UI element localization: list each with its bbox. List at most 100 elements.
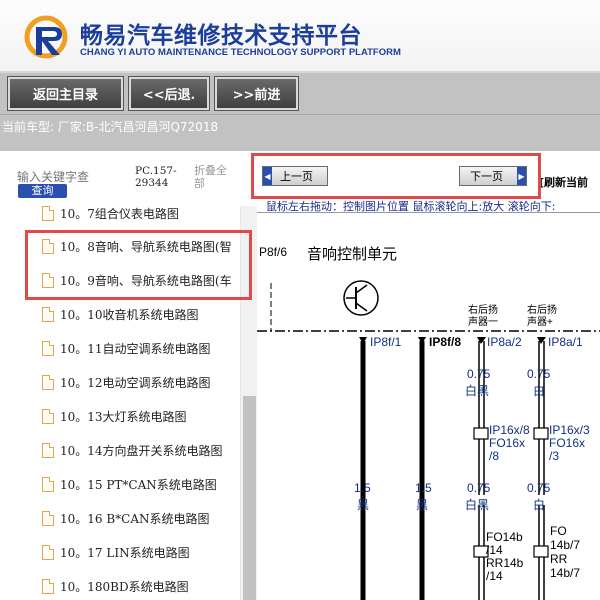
forward-button[interactable]: >>前进 xyxy=(214,76,299,111)
page-nav-bar: ◀ 上一页 下一页 ▶ [刷新当前 xyxy=(257,151,600,199)
hint-bar: 鼠标左右拖动：控制图片位置 鼠标滚轮向上:放大 滚轮向下: xyxy=(257,198,600,213)
prev-page-label: 上一页 xyxy=(280,170,313,183)
tree-item[interactable]: 10。10收音机系统电路图 xyxy=(42,299,240,329)
refresh-current-link[interactable]: [刷新当前 xyxy=(539,174,588,190)
home-button[interactable]: 返回主目录 xyxy=(7,76,124,111)
tree-item[interactable]: 10。15 PT*CAN系统电路图 xyxy=(42,469,240,499)
pin-label: IP8a/2 xyxy=(487,335,522,349)
page-ref: P8f/6 xyxy=(259,245,288,259)
bottom-left-connector: FO14b /14 RR14b /14 xyxy=(486,531,523,583)
speaker-plus-line1: 右后扬 xyxy=(527,305,557,316)
speaker-minus-line1: 右后扬 xyxy=(468,305,498,316)
tree-item-label: 10。11自动空调系统电路图 xyxy=(60,341,211,356)
pin-label: IP8f/8 xyxy=(429,335,462,349)
back-button[interactable]: <<后退. xyxy=(128,76,210,111)
connector-left-line3: /8 xyxy=(489,449,500,463)
document-icon xyxy=(42,206,54,221)
document-icon xyxy=(42,476,54,492)
tree-item-label: 10。7组合仪表电路图 xyxy=(60,206,179,221)
tree-item[interactable]: 10。12电动空调系统电路图 xyxy=(42,367,240,397)
arrow-left-icon: ◀ xyxy=(263,167,272,185)
circuit-tree: 10。7组合仪表电路图 10。8音响、导航系统电路图(智 10。9音响、导航系统… xyxy=(0,206,240,600)
tree-item-label: 10。12电动空调系统电路图 xyxy=(60,375,211,390)
wire-spec: 0.75 xyxy=(467,481,491,495)
document-icon xyxy=(42,578,54,594)
app-window: 畅易汽车维修技术支持平台 CHANG YI AUTO MAINTENANCE T… xyxy=(0,0,600,600)
tree-item[interactable]: 10。14方向盘开关系统电路图 xyxy=(42,435,240,465)
tree-item-label: 10。9音响、导航系统电路图(车 xyxy=(60,273,232,288)
bottom-right-line4: 14b/7 xyxy=(550,566,581,580)
tree-item-label: 10。10收音机系统电路图 xyxy=(60,307,199,322)
document-icon xyxy=(42,442,54,458)
connector-right-label: IP16x/3 FO16x /3 xyxy=(549,424,590,463)
speaker-minus-label: 右后扬 声器一 xyxy=(468,305,498,329)
wire-color: 白 xyxy=(533,384,546,398)
vehicle-info-bar: 当前车型: 厂家:B-北汽昌河昌河Q72018 xyxy=(0,115,600,151)
tree-item-label: 10。16 B*CAN系统电路图 xyxy=(60,511,210,526)
document-icon xyxy=(42,544,54,560)
tree-item-label: 10。17 LIN系统电路图 xyxy=(60,545,190,560)
document-icon xyxy=(42,374,54,390)
sidebar-scrollbar[interactable] xyxy=(240,206,257,600)
speaker-plus-label: 右后扬 声器+ xyxy=(527,305,557,329)
prev-page-button[interactable]: ◀ 上一页 xyxy=(262,166,328,186)
connector-right-line3: /3 xyxy=(549,449,560,463)
document-icon xyxy=(42,510,54,526)
cy-logo xyxy=(24,15,68,59)
arrow-right-icon: ▶ xyxy=(517,167,526,185)
pc-code: PC.157-29344 xyxy=(135,165,177,189)
bottom-right-line3: RR xyxy=(550,552,568,566)
tree-item[interactable]: 10。17 LIN系统电路图 xyxy=(42,537,240,567)
wire-color: 白黑 xyxy=(465,498,490,512)
diagram-viewer: ◀ 上一页 下一页 ▶ [刷新当前 鼠标左右拖动：控制图片位置 鼠标滚轮向上:放… xyxy=(257,151,600,600)
document-icon xyxy=(42,238,54,254)
tree-item[interactable]: 10。9音响、导航系统电路图(车 xyxy=(42,265,240,295)
vehicle-info-text: 当前车型: 厂家:B-北汽昌河昌河Q72018 xyxy=(2,120,219,134)
scrollbar-thumb[interactable] xyxy=(243,396,256,600)
document-icon xyxy=(42,272,54,288)
tree-item-label: 10。8音响、导航系统电路图(智 xyxy=(60,239,232,254)
sidebar: 查询 PC.157-29344 折叠全部 10。7组合仪表电路图 10。8音响、… xyxy=(0,151,257,600)
next-page-button[interactable]: 下一页 ▶ xyxy=(459,166,527,186)
wire-color: 白黑 xyxy=(465,384,490,398)
document-icon xyxy=(42,408,54,424)
search-button[interactable]: 查询 xyxy=(18,184,67,198)
bottom-right-line2: 14b/7 xyxy=(550,538,581,552)
tree-item-label: 10。180BD系统电路图 xyxy=(60,579,189,594)
next-page-label: 下一页 xyxy=(470,170,503,183)
tree-item[interactable]: 10。13大灯系统电路图 xyxy=(42,401,240,431)
bottom-right-line1: FO xyxy=(550,524,567,538)
document-icon xyxy=(42,340,54,356)
search-block: 查询 PC.157-29344 折叠全部 xyxy=(0,151,257,206)
tree-item-label: 10。14方向盘开关系统电路图 xyxy=(60,443,223,458)
unit-title: 音响控制单元 xyxy=(307,245,398,263)
circuit-diagram[interactable]: P8f/6 音响控制单元 右后扬 声器一 右后扬 声器+ IP8f/1 IP8f… xyxy=(257,213,600,600)
wire-spec: 0.75 xyxy=(467,367,491,381)
speaker-minus-line2: 声器一 xyxy=(468,317,498,328)
tree-item[interactable]: 10。11自动空调系统电路图 xyxy=(42,333,240,363)
bottom-right-connector: FO 14b/7 RR 14b/7 xyxy=(550,524,580,580)
collapse-all-button[interactable]: 折叠全部 xyxy=(194,164,236,190)
main-toolbar: 返回主目录 <<后退. >>前进 xyxy=(0,73,600,115)
tree-item[interactable]: 10。180BD系统电路图 xyxy=(42,571,240,600)
wire-color: 白 xyxy=(533,498,546,512)
wire-color: 黑 xyxy=(416,498,429,512)
document-icon xyxy=(42,306,54,322)
pin-label: IP8f/1 xyxy=(370,335,402,349)
connector-left-label: IP16x/8 FO16x /8 xyxy=(489,424,530,463)
app-subtitle: CHANG YI AUTO MAINTENANCE TECHNOLOGY SUP… xyxy=(80,47,401,58)
wire-color: 黑 xyxy=(357,498,370,512)
tree-item[interactable]: 10。8音响、导航系统电路图(智 xyxy=(42,231,240,261)
wire-spec: 1.5 xyxy=(354,481,371,495)
pin-label: IP8a/1 xyxy=(548,335,583,349)
tree-item[interactable]: 10。7组合仪表电路图 xyxy=(42,206,240,228)
speaker-plus-line2: 声器+ xyxy=(527,317,553,328)
tree-item-label: 10。15 PT*CAN系统电路图 xyxy=(60,477,217,492)
bottom-left-line4: /14 xyxy=(486,569,503,583)
tree-item[interactable]: 10。16 B*CAN系统电路图 xyxy=(42,503,240,533)
wire-spec: 0.75 xyxy=(527,481,551,495)
wire-spec: 1.5 xyxy=(415,481,432,495)
tree-item-label: 10。13大灯系统电路图 xyxy=(60,409,187,424)
app-header: 畅易汽车维修技术支持平台 CHANG YI AUTO MAINTENANCE T… xyxy=(0,0,600,73)
wire-spec: 0.75 xyxy=(527,367,551,381)
